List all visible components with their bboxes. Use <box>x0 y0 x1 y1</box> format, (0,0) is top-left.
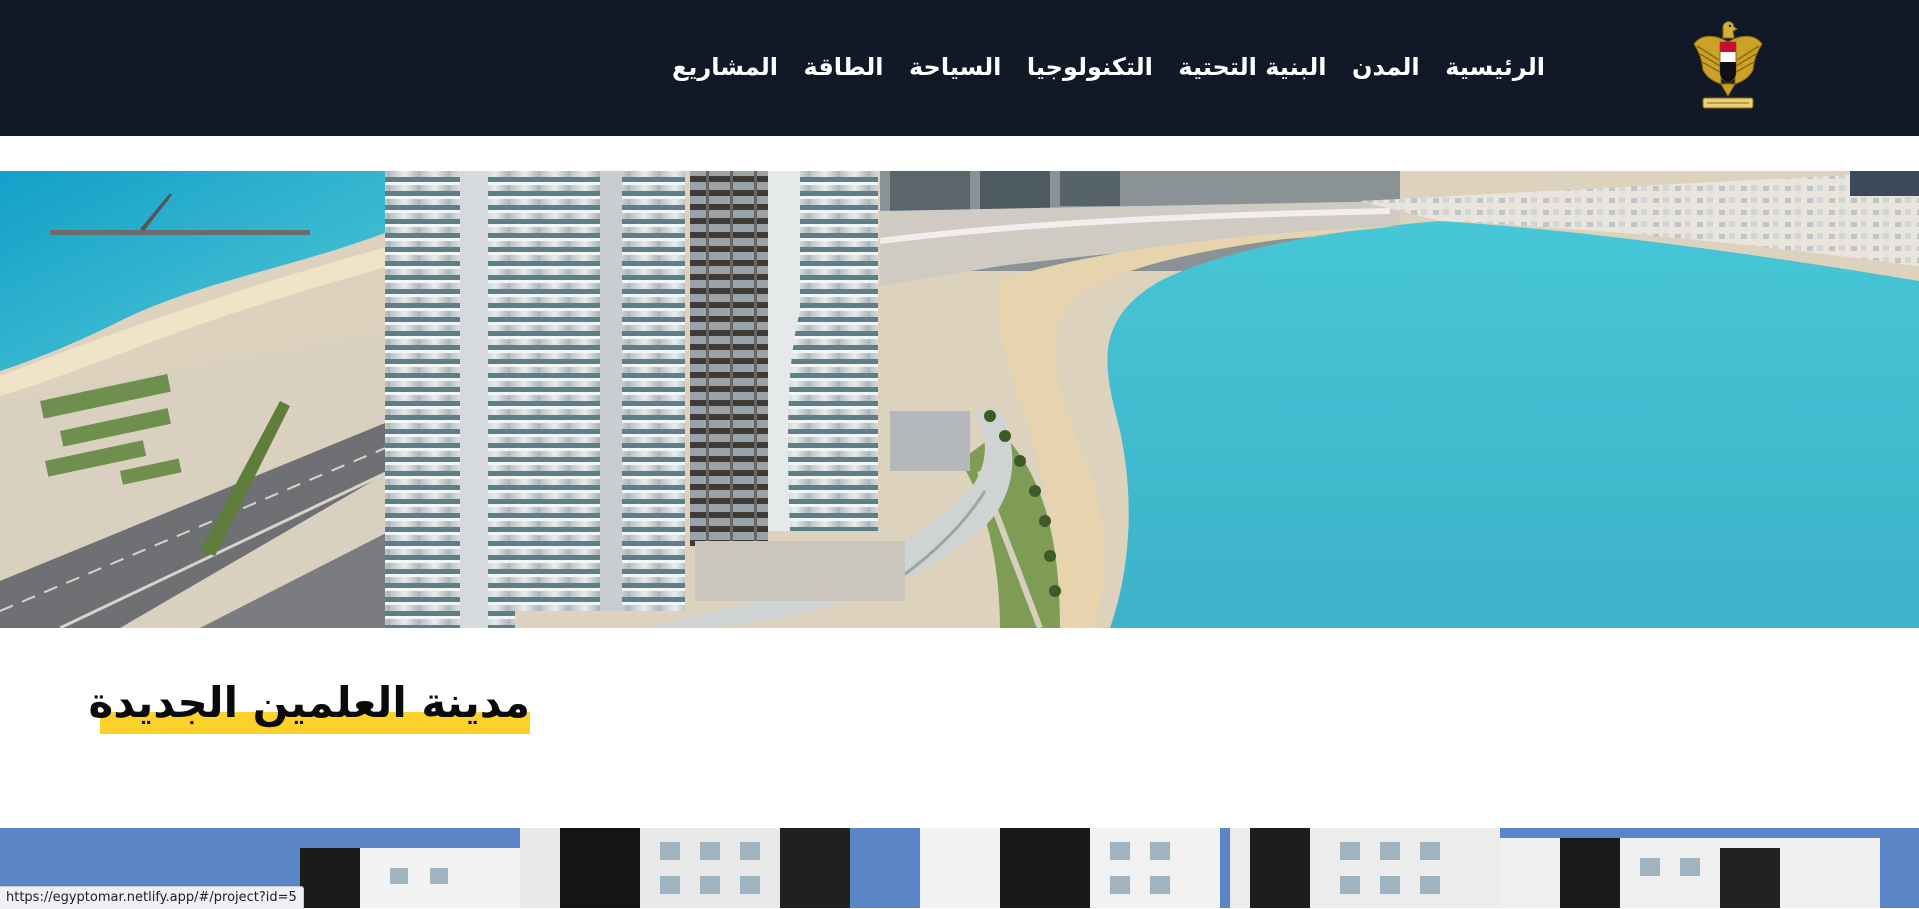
nav-link-cities[interactable]: المدن <box>1352 53 1420 81</box>
nav-link-projects[interactable]: المشاريع <box>672 53 778 81</box>
nav-link-infrastructure[interactable]: البنية التحتية <box>1178 53 1326 81</box>
nav-link-energy[interactable]: الطاقة <box>804 53 884 81</box>
hero-image <box>0 171 1919 628</box>
top-navbar: الرئيسية المدن البنية التحتية التكنولوجي… <box>0 0 1919 136</box>
egypt-eagle-logo-icon[interactable] <box>1693 20 1763 112</box>
status-bar-url: https://egyptomar.netlify.app/#/project?… <box>0 886 304 909</box>
main-navigation: الرئيسية المدن البنية التحتية التكنولوجي… <box>672 49 1545 85</box>
page-title: مدينة العلمين الجديدة <box>88 678 530 727</box>
project-title-block: مدينة العلمين الجديدة <box>88 672 530 734</box>
nav-link-home[interactable]: الرئيسية <box>1445 53 1545 81</box>
nav-link-technology[interactable]: التكنولوجيا <box>1027 53 1153 81</box>
nav-link-tourism[interactable]: السياحة <box>909 53 1001 81</box>
